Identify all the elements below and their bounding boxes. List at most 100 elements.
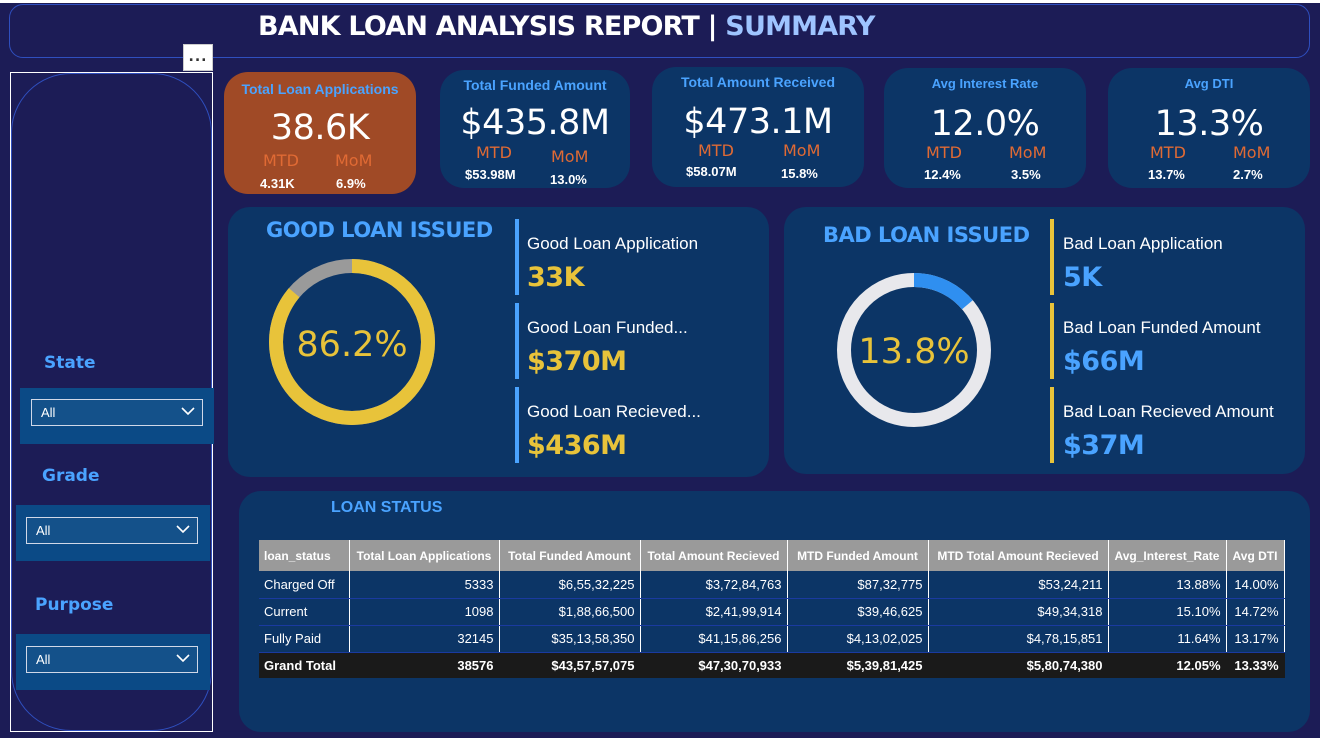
table-cell: 11.64% xyxy=(1108,625,1227,653)
table-total-row: Grand Total 38576 $43,57,57,075 $47,30,7… xyxy=(259,652,1285,678)
metric-accent-bar xyxy=(515,303,519,379)
metric-accent-bar xyxy=(1050,219,1054,295)
good-loan-percent: 86.2% xyxy=(296,325,408,365)
good-loan-application-value: 33K xyxy=(527,262,585,293)
table-cell: 12.05% xyxy=(1108,652,1227,678)
table-cell: 1098 xyxy=(349,598,500,626)
kpi-mtd-value: 4.31K xyxy=(260,176,295,191)
table-cell: 13.17% xyxy=(1226,625,1285,653)
kpi-title: Avg Interest Rate xyxy=(931,76,1039,91)
bad-loan-application-label: Bad Loan Application xyxy=(1063,234,1223,253)
slicer-label-purpose: Purpose xyxy=(35,595,114,615)
kpi-mtd-label: MTD xyxy=(1150,143,1186,162)
column-header[interactable]: Total Loan Applications xyxy=(349,540,500,571)
loan-status-table: loan_status Total Loan Applications Tota… xyxy=(259,540,1285,678)
table-cell: Current xyxy=(259,598,350,626)
good-loan-title: GOOD LOAN ISSUED xyxy=(266,218,493,242)
column-header[interactable]: Total Amount Recieved xyxy=(640,540,788,571)
good-loan-received-value: $436M xyxy=(527,430,627,461)
table-header-row: loan_status Total Loan Applications Tota… xyxy=(259,540,1285,571)
table-cell: $3,72,84,763 xyxy=(640,571,788,599)
kpi-value: 12.0% xyxy=(930,104,1040,144)
kpi-mom-value: 13.0% xyxy=(550,172,587,187)
kpi-card-total-amount-received: Total Amount Received $473.1M MTD MoM $5… xyxy=(652,67,864,187)
kpi-card-total-funded-amount: Total Funded Amount $435.8M MTD MoM $53.… xyxy=(440,70,630,188)
loan-status-title: LOAN STATUS xyxy=(331,499,443,516)
bad-loan-title: BAD LOAN ISSUED xyxy=(823,223,1030,247)
chevron-down-icon xyxy=(176,525,190,534)
slicer-state: All xyxy=(20,388,214,444)
column-header[interactable]: Avg DTI xyxy=(1226,540,1285,571)
kpi-title: Total Amount Received xyxy=(680,74,836,90)
kpi-mtd-value: 13.7% xyxy=(1148,167,1185,182)
kpi-mom-value: 3.5% xyxy=(1011,167,1041,182)
kpi-value: $473.1M xyxy=(683,102,833,142)
grade-dropdown-value: All xyxy=(36,523,51,538)
table-cell: $39,46,625 xyxy=(787,598,929,626)
kpi-mom-value: 2.7% xyxy=(1233,167,1263,182)
kpi-mtd-value: $53.98M xyxy=(465,167,516,182)
table-cell: $4,78,15,851 xyxy=(928,625,1109,653)
kpi-mom-label: MoM xyxy=(335,151,373,170)
kpi-mtd-label: MTD xyxy=(263,151,299,170)
table-cell: Charged Off xyxy=(259,571,350,599)
table-row: Fully Paid 32145 $35,13,58,350 $41,15,86… xyxy=(259,625,1285,653)
bad-loan-application-value: 5K xyxy=(1063,262,1102,293)
table-row: Current 1098 $1,88,66,500 $2,41,99,914 $… xyxy=(259,598,1285,626)
kpi-mom-label: MoM xyxy=(1009,143,1047,162)
kpi-mom-value: 6.9% xyxy=(336,176,366,191)
kpi-value: 38.6K xyxy=(270,108,370,148)
good-loan-funded-value: $370M xyxy=(527,346,627,377)
kpi-mtd-label: MTD xyxy=(476,143,512,162)
table-cell: 38576 xyxy=(349,652,500,678)
table-cell: 15.10% xyxy=(1108,598,1227,626)
metric-accent-bar xyxy=(515,387,519,463)
more-options-button[interactable]: ... xyxy=(183,44,213,71)
table-cell: 5333 xyxy=(349,571,500,599)
chevron-down-icon xyxy=(181,407,195,416)
column-header[interactable]: Total Funded Amount xyxy=(499,540,641,571)
table-cell: Grand Total xyxy=(259,652,350,678)
page-title: BANK LOAN ANALYSIS REPORT | SUMMARY xyxy=(258,11,875,42)
kpi-card-total-loan-applications: Total Loan Applications 38.6K MTD MoM 4.… xyxy=(224,72,416,194)
column-header[interactable]: loan_status xyxy=(259,540,350,571)
table-row: Charged Off 5333 $6,55,32,225 $3,72,84,7… xyxy=(259,571,1285,599)
table-cell: $4,13,02,025 xyxy=(787,625,929,653)
table-cell: $5,39,81,425 xyxy=(787,652,929,678)
table-cell: 13.33% xyxy=(1226,652,1285,678)
metric-accent-bar xyxy=(1050,387,1054,463)
table-cell: $87,32,775 xyxy=(787,571,929,599)
kpi-mom-label: MoM xyxy=(783,141,821,160)
column-header[interactable]: MTD Funded Amount xyxy=(787,540,929,571)
slicer-grade: All xyxy=(16,505,210,561)
slicer-label-grade: Grade xyxy=(42,466,100,486)
bad-loan-received-value: $37M xyxy=(1063,430,1145,461)
kpi-title: Total Funded Amount xyxy=(463,77,607,93)
bad-loan-funded-label: Bad Loan Funded Amount xyxy=(1063,318,1261,337)
title-accent: SUMMARY xyxy=(725,11,875,42)
top-edge xyxy=(0,0,1320,3)
table-cell: $47,30,70,933 xyxy=(640,652,788,678)
table-cell: $2,41,99,914 xyxy=(640,598,788,626)
kpi-mtd-label: MTD xyxy=(926,143,962,162)
table-cell: $49,34,318 xyxy=(928,598,1109,626)
kpi-value: 13.3% xyxy=(1154,104,1264,144)
kpi-title: Total Loan Applications xyxy=(241,81,399,97)
grade-dropdown[interactable]: All xyxy=(26,517,198,544)
state-dropdown[interactable]: All xyxy=(31,399,203,426)
column-header[interactable]: MTD Total Amount Recieved xyxy=(928,540,1109,571)
table-cell: 14.72% xyxy=(1226,598,1285,626)
kpi-mom-label: MoM xyxy=(551,147,589,166)
purpose-dropdown[interactable]: All xyxy=(26,646,198,673)
table-cell: $43,57,57,075 xyxy=(499,652,641,678)
good-loan-application-label: Good Loan Application xyxy=(527,234,699,253)
table-cell: $6,55,32,225 xyxy=(499,571,641,599)
good-loan-received-label: Good Loan Recieved... xyxy=(527,402,701,421)
kpi-mtd-label: MTD xyxy=(698,141,734,160)
table-cell: 13.88% xyxy=(1108,571,1227,599)
kpi-mom-label: MoM xyxy=(1233,143,1271,162)
table-cell: $41,15,86,256 xyxy=(640,625,788,653)
purpose-dropdown-value: All xyxy=(36,652,51,667)
table-cell: $1,88,66,500 xyxy=(499,598,641,626)
column-header[interactable]: Avg_Interest_Rate xyxy=(1108,540,1227,571)
